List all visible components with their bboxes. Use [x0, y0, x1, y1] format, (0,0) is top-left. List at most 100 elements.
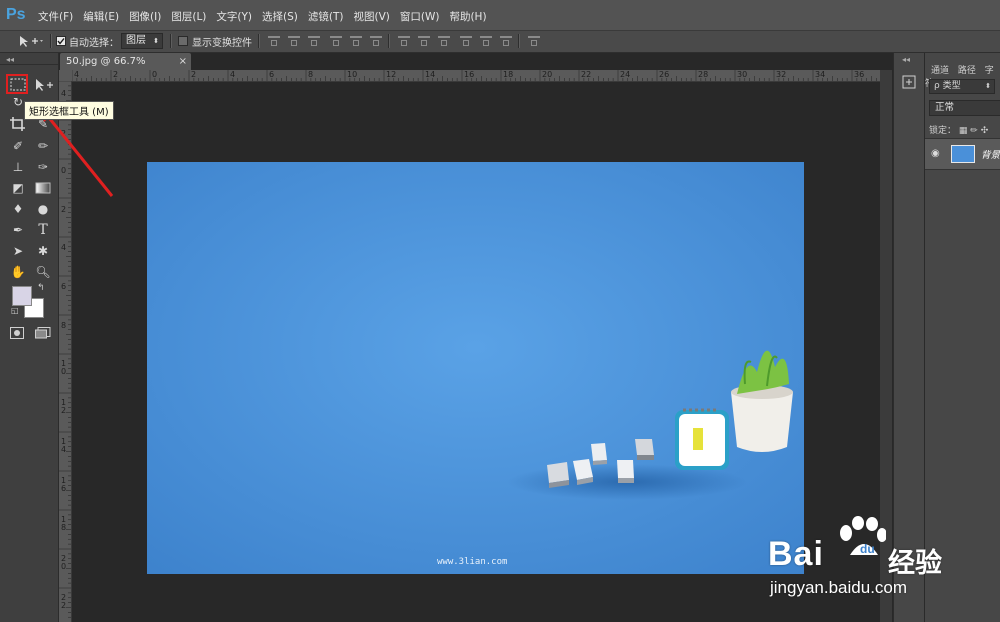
- zoom-tool-icon[interactable]: 🔍︎: [33, 263, 53, 281]
- auto-select-target-value: 图层: [126, 35, 146, 46]
- custom-shape-tool-icon[interactable]: ✱: [33, 242, 53, 260]
- menu-layer[interactable]: 图层(L): [171, 9, 206, 24]
- calendar-block: [675, 408, 729, 470]
- menu-select[interactable]: 选择(S): [262, 9, 298, 24]
- align-bottom-icon[interactable]: [308, 36, 320, 46]
- menu-help[interactable]: 帮助(H): [449, 9, 486, 24]
- pen-tool-icon[interactable]: ✒: [8, 221, 28, 239]
- ruler-top-label: 28: [698, 70, 709, 79]
- options-separator: [258, 34, 260, 48]
- show-transform-label: 显示变换控件: [192, 38, 252, 49]
- lock-transparent-icon[interactable]: ▦: [959, 126, 968, 136]
- ruler-top-label: 4: [74, 70, 80, 79]
- move-tool-preset-icon[interactable]: [18, 35, 44, 48]
- ruler-left-label: 8: [61, 321, 67, 330]
- collapse-arrows-icon[interactable]: ◂◂: [6, 55, 14, 64]
- ruler-origin[interactable]: [59, 70, 72, 81]
- blend-mode-value: 正常: [935, 102, 955, 113]
- menu-file[interactable]: 文件(F): [38, 9, 73, 24]
- document-tab[interactable]: 50.jpg @ 66.7%(RGB/8#) ×: [60, 53, 191, 84]
- ruler-top-label: 18: [503, 70, 514, 79]
- lock-position-icon[interactable]: ✣: [981, 126, 989, 136]
- screen-mode-icon[interactable]: [35, 327, 51, 339]
- image-caption: www.3lian.com: [437, 557, 507, 567]
- hand-tool-icon[interactable]: ✋: [8, 263, 28, 281]
- eye-icon[interactable]: ◉: [931, 148, 940, 159]
- ruler-top[interactable]: 4 2 0 2 4 6 8 10 12 14 16 18 20 22 24 26…: [72, 70, 892, 82]
- clone-stamp-tool-icon[interactable]: ⊥: [8, 158, 28, 176]
- blend-mode-dropdown[interactable]: 正常: [929, 100, 1000, 116]
- ruler-top-label: 34: [815, 70, 826, 79]
- foreground-color-swatch[interactable]: [12, 286, 32, 306]
- distribute-right-icon[interactable]: [500, 36, 512, 46]
- chevron-updown-icon: ⬍: [985, 82, 991, 90]
- align-left-icon[interactable]: [330, 36, 342, 46]
- layer-filter-kind[interactable]: ρ 类型 ⬍: [929, 79, 995, 94]
- ruler-top-label: 2: [113, 70, 119, 79]
- auto-select-checkbox[interactable]: [56, 36, 66, 46]
- align-top-icon[interactable]: [268, 36, 280, 46]
- ruler-top-label: 12: [386, 70, 397, 79]
- layer-row-background[interactable]: ◉ 背景: [925, 138, 1000, 170]
- type-tool-icon[interactable]: T: [33, 221, 53, 239]
- filter-kind-label: ρ 类型: [934, 81, 961, 91]
- tab-channels[interactable]: 通道: [931, 66, 949, 76]
- default-colors-icon[interactable]: ◱: [11, 306, 19, 315]
- tab-paths[interactable]: 路径: [958, 66, 976, 76]
- menu-view[interactable]: 视图(V): [353, 9, 389, 24]
- svg-text:du: du: [860, 542, 875, 556]
- path-selection-tool-icon[interactable]: ➤: [8, 242, 28, 260]
- active-tool-highlight: [6, 74, 28, 94]
- ruler-left-label: 1 0: [61, 359, 67, 376]
- align-hcenter-icon[interactable]: [350, 36, 362, 46]
- menu-edit[interactable]: 编辑(E): [83, 9, 119, 24]
- ruler-left-label: 6: [61, 282, 67, 291]
- show-transform-checkbox[interactable]: [178, 36, 188, 46]
- watermark-brand-cn: 经验: [888, 548, 942, 579]
- layer-thumbnail: [951, 145, 975, 163]
- quick-mask-icon[interactable]: [10, 327, 24, 339]
- options-bar: 自动选择： 图层 ⬍ 显示变换控件: [0, 31, 1000, 53]
- photoshop-logo: Ps: [6, 6, 26, 23]
- menu-window[interactable]: 窗口(W): [400, 9, 440, 24]
- distribute-hcenter-icon[interactable]: [480, 36, 492, 46]
- canvas-area[interactable]: www.3lian.com: [72, 82, 880, 622]
- blur-tool-icon[interactable]: ♦: [8, 200, 28, 218]
- distribute-bottom-icon[interactable]: [438, 36, 450, 46]
- align-vcenter-icon[interactable]: [288, 36, 300, 46]
- healing-brush-tool-icon[interactable]: ✐: [8, 137, 28, 155]
- distribute-left-icon[interactable]: [460, 36, 472, 46]
- menu-type[interactable]: 文字(Y): [216, 9, 252, 24]
- distribute-vcenter-icon[interactable]: [418, 36, 430, 46]
- distribute-top-icon[interactable]: [398, 36, 410, 46]
- menu-list: 文件(F) 编辑(E) 图像(I) 图层(L) 文字(Y) 选择(S) 滤镜(T…: [38, 9, 497, 24]
- options-separator: [388, 34, 390, 48]
- ruler-top-label: 2: [191, 70, 197, 79]
- ruler-top-label: 26: [659, 70, 670, 79]
- eraser-tool-icon[interactable]: ◩: [8, 179, 28, 197]
- align-right-icon[interactable]: [370, 36, 382, 46]
- document-image[interactable]: www.3lian.com: [147, 162, 804, 574]
- expand-arrows-icon[interactable]: ◂◂: [902, 55, 910, 64]
- menu-bar: Ps 文件(F) 编辑(E) 图像(I) 图层(L) 文字(Y) 选择(S) 滤…: [0, 0, 1000, 31]
- ruler-left-label: 4: [61, 89, 67, 98]
- lock-image-icon[interactable]: ✏: [970, 126, 978, 136]
- paw-logo-icon: du: [840, 516, 886, 556]
- ruler-top-label: 14: [425, 70, 436, 79]
- options-separator: [50, 34, 52, 48]
- swap-colors-icon[interactable]: ↰: [37, 283, 45, 293]
- history-panel-icon[interactable]: [902, 75, 916, 89]
- move-tool-icon[interactable]: [33, 76, 53, 94]
- menu-image[interactable]: 图像(I): [129, 9, 161, 24]
- ruler-left-label: 1 6: [61, 476, 67, 493]
- options-separator: [518, 34, 520, 48]
- ruler-left-label: 1 8: [61, 515, 67, 532]
- layer-name: 背景: [981, 150, 1000, 161]
- menu-filter[interactable]: 滤镜(T): [308, 9, 344, 24]
- auto-select-target-dropdown[interactable]: 图层 ⬍: [121, 33, 163, 49]
- auto-select-label: 自动选择：: [69, 38, 119, 49]
- ruler-top-label: 20: [542, 70, 553, 79]
- panel-tab-bar: 通道 路径 字符: [925, 63, 1000, 89]
- close-tab-icon[interactable]: ×: [179, 53, 187, 70]
- auto-align-layers-icon[interactable]: [528, 36, 540, 46]
